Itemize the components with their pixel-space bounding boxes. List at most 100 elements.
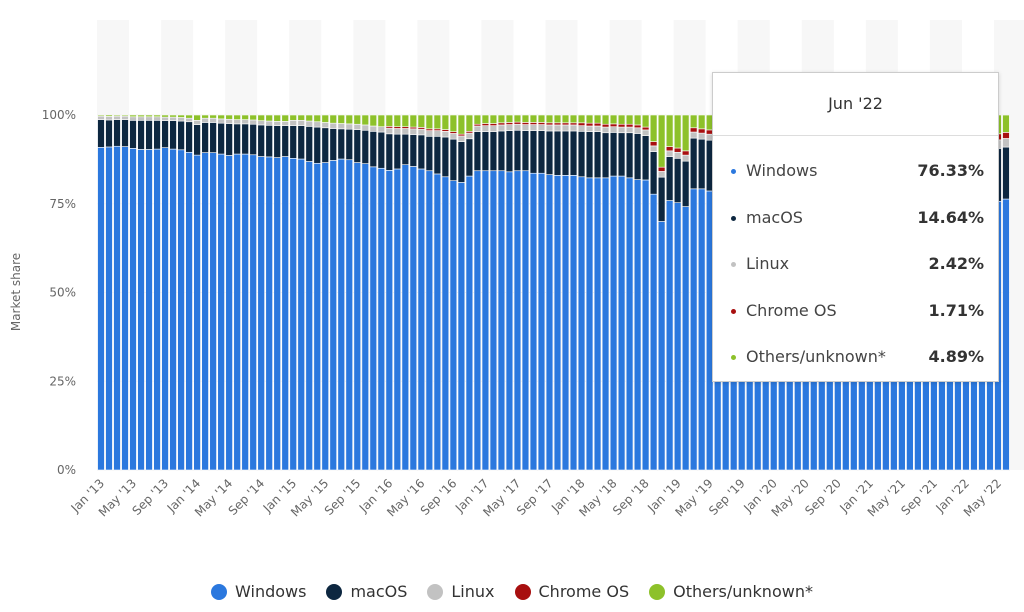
bar-segment-windows[interactable]: [185, 151, 193, 471]
bar-segment-linux[interactable]: [193, 120, 201, 125]
bar-segment-linux[interactable]: [1002, 138, 1010, 148]
bar-segment-linux[interactable]: [225, 118, 233, 124]
bar-segment-windows[interactable]: [425, 170, 434, 471]
bar-segment-linux[interactable]: [441, 131, 450, 138]
bar-segment-linux[interactable]: [625, 126, 634, 134]
bar-segment-others-unknown[interactable]: [433, 114, 442, 130]
bar-segment-macos[interactable]: [233, 123, 241, 155]
bar-segment-linux[interactable]: [537, 124, 546, 131]
bar-segment-others-unknown[interactable]: [377, 114, 386, 128]
bar-stack[interactable]: [217, 114, 225, 471]
bar-segment-chrome-os[interactable]: [561, 122, 570, 126]
bar-segment-macos[interactable]: [105, 119, 113, 148]
bar-segment-linux[interactable]: [585, 125, 594, 132]
bar-segment-windows[interactable]: [545, 174, 554, 471]
legend-item[interactable]: Windows: [211, 582, 306, 601]
bar-stack[interactable]: [377, 114, 386, 471]
bar-segment-linux[interactable]: [561, 124, 570, 132]
bar-segment-macos[interactable]: [241, 123, 249, 155]
bar-segment-macos[interactable]: [385, 133, 394, 171]
bar-segment-windows[interactable]: [225, 155, 233, 471]
bar-segment-others-unknown[interactable]: [545, 114, 554, 124]
bar-segment-windows[interactable]: [161, 147, 169, 471]
bar-stack[interactable]: [145, 114, 153, 471]
bar-segment-others-unknown[interactable]: [193, 114, 201, 121]
bar-stack[interactable]: [249, 114, 257, 471]
bar-segment-windows[interactable]: [537, 172, 546, 471]
bar-segment-chrome-os[interactable]: [681, 150, 690, 156]
bar-segment-linux[interactable]: [513, 123, 522, 131]
bar-stack[interactable]: [137, 114, 145, 471]
bar-segment-windows[interactable]: [665, 200, 674, 471]
bar-segment-others-unknown[interactable]: [425, 114, 434, 130]
bar-segment-linux[interactable]: [369, 125, 378, 132]
bar-segment-linux[interactable]: [481, 125, 490, 132]
bar-segment-macos[interactable]: [337, 128, 345, 160]
bar-segment-windows[interactable]: [217, 153, 225, 471]
bar-segment-windows[interactable]: [417, 168, 426, 471]
bar-stack[interactable]: [417, 114, 426, 471]
bar-segment-others-unknown[interactable]: [401, 114, 410, 128]
bar-segment-macos[interactable]: [345, 128, 353, 161]
bar-segment-others-unknown[interactable]: [329, 114, 337, 124]
bar-segment-windows[interactable]: [201, 152, 209, 471]
bar-segment-macos[interactable]: [561, 130, 570, 176]
bar-segment-others-unknown[interactable]: [489, 114, 498, 124]
bar-segment-windows[interactable]: [249, 154, 257, 471]
bar-segment-macos[interactable]: [193, 124, 201, 156]
bar-segment-chrome-os[interactable]: [665, 146, 674, 152]
bar-segment-macos[interactable]: [249, 123, 257, 156]
bar-segment-others-unknown[interactable]: [169, 114, 177, 118]
bar-segment-linux[interactable]: [257, 120, 265, 126]
bar-segment-others-unknown[interactable]: [601, 114, 610, 125]
bar-segment-others-unknown[interactable]: [361, 114, 369, 126]
bar-segment-others-unknown[interactable]: [369, 114, 378, 127]
bar-stack[interactable]: [633, 114, 642, 471]
bar-segment-macos[interactable]: [481, 131, 490, 172]
bar-segment-others-unknown[interactable]: [337, 114, 345, 124]
bar-segment-macos[interactable]: [609, 132, 618, 177]
bar-segment-others-unknown[interactable]: [497, 114, 506, 124]
bar-segment-windows[interactable]: [553, 175, 562, 471]
bar-segment-others-unknown[interactable]: [529, 114, 538, 123]
bar-segment-linux[interactable]: [649, 145, 658, 152]
bar-segment-macos[interactable]: [545, 130, 554, 175]
bar-stack[interactable]: [481, 114, 490, 471]
bar-segment-linux[interactable]: [169, 116, 177, 121]
bar-segment-chrome-os[interactable]: [609, 123, 618, 128]
bar-stack[interactable]: [681, 114, 690, 471]
bar-segment-macos[interactable]: [393, 133, 402, 170]
bar-stack[interactable]: [161, 114, 169, 471]
bar-segment-others-unknown[interactable]: [657, 114, 666, 168]
bar-stack[interactable]: [193, 114, 201, 471]
bar-stack[interactable]: [313, 114, 321, 471]
bar-stack[interactable]: [609, 114, 618, 471]
bar-segment-others-unknown[interactable]: [441, 114, 450, 130]
bar-segment-windows[interactable]: [609, 175, 618, 471]
bar-segment-chrome-os[interactable]: [673, 147, 682, 153]
bar-segment-windows[interactable]: [681, 206, 690, 471]
bar-segment-linux[interactable]: [401, 128, 410, 135]
bar-segment-windows[interactable]: [569, 175, 578, 471]
bar-segment-windows[interactable]: [441, 176, 450, 471]
bar-stack[interactable]: [113, 114, 121, 471]
bar-segment-windows[interactable]: [321, 162, 329, 471]
bar-segment-windows[interactable]: [345, 159, 353, 471]
bar-stack[interactable]: [433, 114, 442, 471]
bar-stack[interactable]: [297, 114, 305, 471]
bar-segment-chrome-os[interactable]: [1002, 132, 1010, 139]
bar-segment-windows[interactable]: [529, 172, 538, 471]
legend-item[interactable]: Linux: [427, 582, 495, 601]
bar-segment-windows[interactable]: [449, 180, 458, 471]
bar-segment-others-unknown[interactable]: [233, 114, 241, 120]
bar-segment-linux[interactable]: [473, 125, 482, 132]
bar-segment-windows[interactable]: [521, 170, 530, 471]
bar-segment-linux[interactable]: [209, 117, 217, 123]
bar-segment-others-unknown[interactable]: [273, 114, 281, 122]
bar-segment-others-unknown[interactable]: [449, 114, 458, 132]
bar-segment-linux[interactable]: [217, 118, 225, 124]
bar-segment-others-unknown[interactable]: [297, 114, 305, 121]
bar-segment-linux[interactable]: [297, 120, 305, 126]
bar-segment-others-unknown[interactable]: [689, 114, 698, 129]
bar-segment-chrome-os[interactable]: [649, 141, 658, 147]
